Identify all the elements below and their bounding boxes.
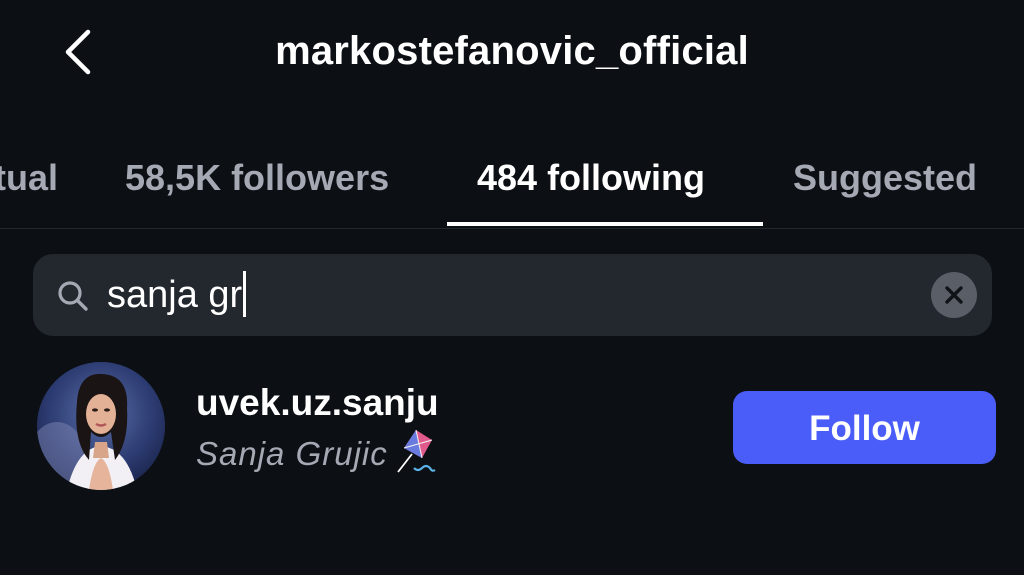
search-input-text: sanja gr (107, 274, 243, 316)
following-screen: markostefanovic_official tual 58,5K foll… (0, 0, 1024, 575)
text-caret (243, 270, 247, 317)
result-username[interactable]: uvek.uz.sanju (196, 380, 439, 426)
tab-mutual[interactable]: tual (0, 156, 58, 200)
active-tab-indicator (447, 222, 763, 226)
page-title: markostefanovic_official (275, 29, 749, 73)
search-input[interactable]: sanja gr (107, 268, 247, 322)
profile-photo (37, 362, 165, 490)
close-icon (945, 286, 963, 304)
tab-following[interactable]: 484 following (477, 156, 705, 200)
result-full-name-text: Sanja Grujic (196, 435, 388, 472)
follow-button[interactable]: Follow (733, 391, 996, 464)
avatar[interactable] (37, 362, 165, 490)
clear-search-button[interactable] (931, 272, 977, 318)
search-icon (58, 281, 88, 311)
tab-bar: tual 58,5K followers 484 following Sugge… (0, 140, 1024, 229)
result-full-name: Sanja Grujic (196, 430, 436, 476)
list-item[interactable]: uvek.uz.sanju Sanja Grujic Follow (0, 358, 1024, 498)
tab-suggested[interactable]: Suggested (793, 156, 977, 200)
tab-followers[interactable]: 58,5K followers (125, 156, 389, 200)
kite-icon (397, 430, 436, 473)
search-bar[interactable]: sanja gr (33, 254, 992, 336)
top-bar: markostefanovic_official (0, 0, 1024, 105)
